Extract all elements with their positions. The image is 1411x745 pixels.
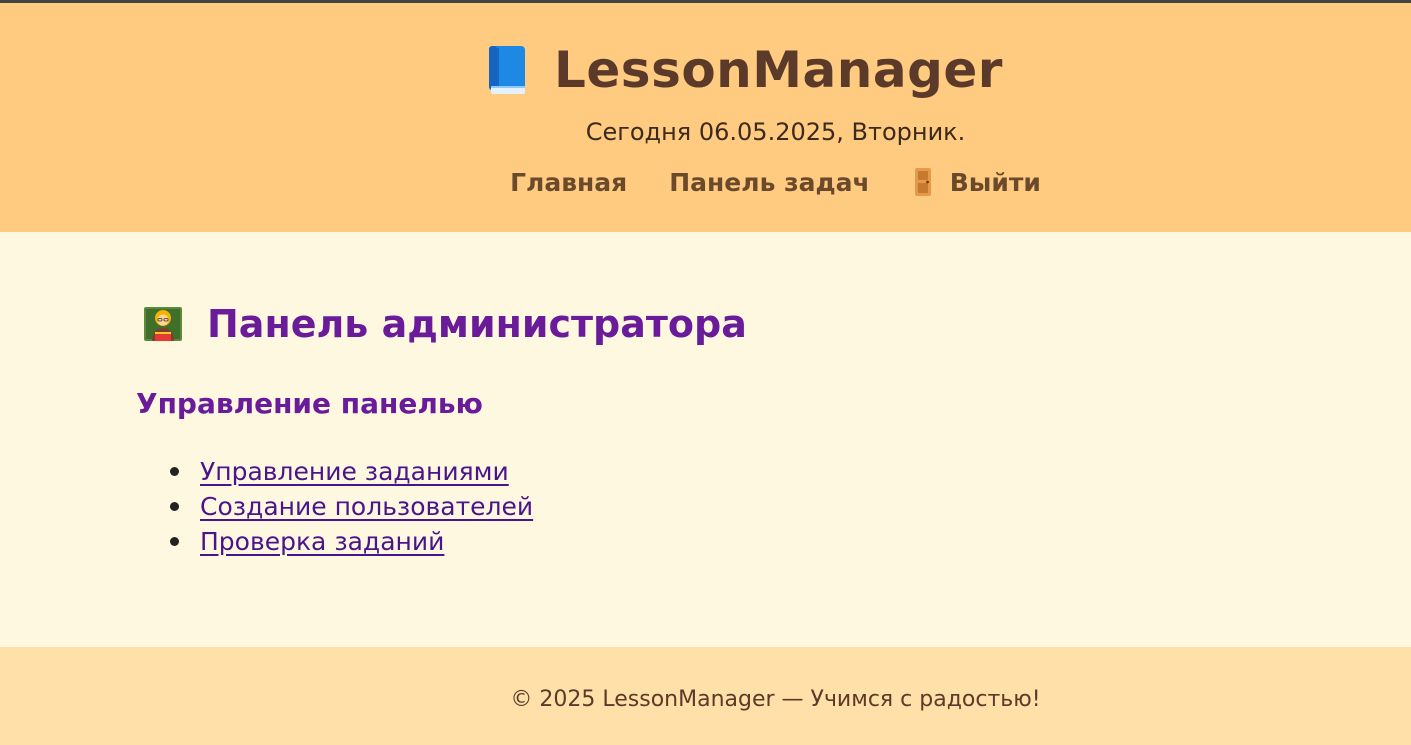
section-title: Управление панелью bbox=[136, 387, 483, 420]
bullet bbox=[170, 467, 179, 476]
door-icon bbox=[912, 167, 934, 197]
page-title: Панель администратора bbox=[143, 302, 747, 346]
main-nav: Главная Панель задач Выйти bbox=[0, 167, 1411, 197]
nav-home-link[interactable]: Главная bbox=[510, 168, 627, 197]
nav-logout-link[interactable]: Выйти bbox=[912, 167, 1041, 197]
list-item: Создание пользователей bbox=[170, 489, 533, 524]
main-content: Панель администратора Управление панелью… bbox=[0, 232, 1411, 647]
blue-book-icon bbox=[486, 44, 528, 96]
brand: LessonManager bbox=[0, 41, 1411, 111]
site-footer: © 2025 LessonManager — Учимся с радостью… bbox=[0, 647, 1411, 745]
admin-links-list: Управление заданиями Создание пользовате… bbox=[170, 454, 533, 559]
bullet bbox=[170, 502, 179, 511]
footer-text: © 2025 LessonManager — Учимся с радостью… bbox=[510, 687, 1041, 712]
current-date: Сегодня 06.05.2025, Вторник. bbox=[585, 118, 966, 146]
list-item: Управление заданиями bbox=[170, 454, 533, 489]
manage-tasks-link[interactable]: Управление заданиями bbox=[200, 457, 509, 486]
list-item: Проверка заданий bbox=[170, 524, 533, 559]
review-tasks-link[interactable]: Проверка заданий bbox=[200, 527, 444, 556]
app-title: LessonManager bbox=[554, 41, 1003, 99]
nav-tasks-link[interactable]: Панель задач bbox=[669, 168, 869, 197]
bullet bbox=[170, 537, 179, 546]
page-title-text: Панель администратора bbox=[207, 302, 747, 346]
site-header: LessonManager Сегодня 06.05.2025, Вторни… bbox=[0, 3, 1411, 232]
logout-label: Выйти bbox=[949, 167, 1041, 197]
teacher-icon bbox=[143, 304, 183, 344]
create-users-link[interactable]: Создание пользователей bbox=[200, 492, 533, 521]
